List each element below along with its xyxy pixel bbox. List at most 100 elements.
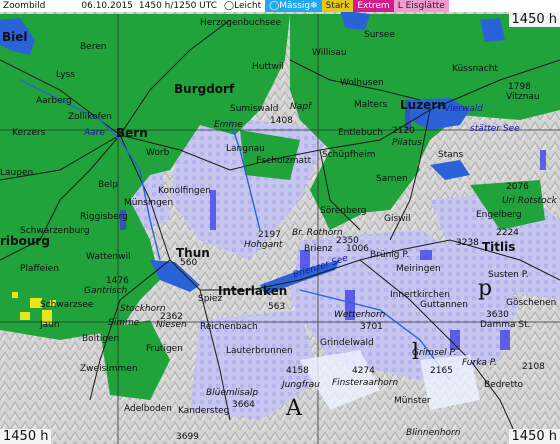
label-riggisberg: Riggisberg	[80, 212, 128, 222]
legend-leicht: ◯Leicht	[220, 0, 266, 12]
region-letter-a: A	[286, 396, 302, 421]
label-burgdorf: Burgdorf	[174, 82, 235, 96]
label-susten-p: Susten P.	[488, 270, 529, 280]
legend-eis: L Eisglätte	[393, 0, 449, 12]
label-jaun: Jaun	[40, 320, 60, 330]
label-beren: Beren	[80, 42, 107, 52]
elev-563: 563	[268, 302, 286, 312]
elev-1476: 1476	[106, 276, 129, 286]
elev-4274: 4274	[352, 366, 375, 376]
label-meiringen: Meiringen	[396, 264, 441, 274]
elev-2197: 2197	[258, 230, 281, 240]
label-engelberg: Engelberg	[476, 210, 522, 220]
label-lauterbrunnen: Lauterbrunnen	[226, 346, 293, 356]
label-simme: Simme	[108, 318, 140, 328]
elev-1006: 1006	[346, 244, 369, 254]
header-title: Zoombild	[3, 1, 46, 11]
legend-extrem: Extrem	[353, 0, 394, 12]
label-goschenen: Göschenen	[506, 298, 557, 308]
label-emme: Emme	[214, 120, 243, 130]
label-vierwald: Vierwald	[444, 104, 483, 114]
label-zweisimmen: Zweisimmen	[80, 364, 138, 374]
label-sarnen: Sarnen	[376, 174, 408, 184]
label-kussnacht: Küssnacht	[452, 64, 498, 74]
label-aarberg: Aarberg	[36, 96, 72, 106]
label-hohgant: Hohgant	[244, 240, 283, 250]
legend-stark: Stark	[321, 0, 354, 12]
label-jungfrau: Jungfrau	[282, 380, 320, 390]
label-pilatus: Pilatus	[392, 138, 422, 148]
label-damma-st: Damma St.	[480, 320, 531, 330]
label-vitznau: Vitznau	[506, 92, 540, 102]
label-escholzmatt: Escholzmatt	[256, 156, 312, 166]
label-munsingen: Münsingen	[124, 198, 174, 208]
label-belp: Belp	[98, 180, 118, 190]
label-uri-rotstock: Uri Rotstock	[502, 196, 557, 206]
label-konolfingen: Konolfingen	[158, 186, 211, 196]
weather-map: Zoombild 06.10.2015 1450 h/1250 UTC ◯Lei…	[0, 0, 560, 444]
label-bluemlisalp: Blüemlisalp	[206, 388, 259, 398]
label-boltigen: Boltigen	[82, 334, 120, 344]
label-biel: Biel	[2, 30, 28, 44]
label-entlebuch: Entlebuch	[338, 128, 384, 138]
label-willisau: Willisau	[312, 48, 347, 58]
elev-560: 560	[180, 258, 198, 268]
label-gantrisch: Gantrisch	[84, 286, 128, 296]
elev-4158: 4158	[286, 366, 309, 376]
label-blinnenhorn: Blinnenhorn	[406, 428, 461, 438]
elev-1408: 1408	[270, 116, 293, 126]
label-lyss: Lyss	[56, 70, 75, 80]
label-wetterhorn: Wetterhorn	[334, 310, 386, 320]
label-kerzers: Kerzers	[12, 128, 46, 138]
label-sumiswald: Sumiswald	[230, 104, 279, 114]
elev-3238: 3238	[456, 238, 479, 248]
label-titlis: Titlis	[482, 240, 516, 254]
altitude-bottom-right: 1450 h	[508, 429, 560, 444]
label-grindelwald: Grindelwald	[320, 338, 374, 348]
label-laupen: Laupen	[0, 168, 34, 178]
label-reichenbach: Reichenbach	[200, 322, 258, 332]
elev-2076: 2076	[506, 182, 529, 192]
label-munster: Münster	[394, 396, 431, 406]
elev-2362: 2362	[160, 312, 183, 322]
label-schupfheim: Schüpfheim	[322, 150, 376, 160]
label-plaffeien: Plaffeien	[20, 264, 59, 274]
label-bedretto: Bedretto	[484, 380, 524, 390]
elev-3630: 3630	[486, 310, 509, 320]
legend-massig: ◯Mässig❄	[265, 0, 322, 12]
elev-3701: 3701	[360, 322, 383, 332]
label-vierwaldstatter-see: stätter See	[470, 124, 520, 134]
label-guttannen: Guttannen	[420, 300, 468, 310]
label-bern: Bern	[116, 126, 148, 140]
elev-1798: 1798	[508, 82, 531, 92]
label-brunig: Brünig P.	[370, 250, 410, 260]
label-fribourg: ribourg	[0, 234, 50, 248]
elev-2224: 2224	[496, 228, 519, 238]
label-wattenwil: Wattenwil	[86, 252, 131, 262]
label-worb: Worb	[146, 148, 170, 158]
altitude-top-right: 1450 h	[508, 12, 560, 27]
elev-3664: 3664	[232, 400, 255, 410]
label-herzogenbuchsee: Herzogenbuchsee	[200, 18, 282, 28]
label-sursee: Sursee	[364, 30, 395, 40]
elev-2120: 2120	[392, 126, 415, 136]
header-time: 1450 h/1250 UTC	[138, 1, 218, 11]
altitude-bottom-left: 1450 h	[0, 429, 52, 444]
elev-2108: 2108	[522, 362, 545, 372]
label-frutigen: Frutigen	[146, 344, 183, 354]
label-schwarzsee: Schwarzsee	[40, 300, 94, 310]
header-bar: Zoombild 06.10.2015 1450 h/1250 UTC ◯Lei…	[0, 0, 560, 12]
elev-3699: 3699	[176, 432, 199, 442]
label-stans: Stans	[438, 150, 464, 160]
label-kandersteg: Kandersteg	[178, 406, 230, 416]
elev-2165: 2165	[430, 366, 453, 376]
label-wolhusen: Wolhusen	[340, 78, 384, 88]
label-giswil: Giswil	[384, 214, 411, 224]
label-zollikofen: Zollikofen	[68, 112, 112, 122]
label-malters: Malters	[354, 100, 388, 110]
label-interlaken: Interlaken	[218, 284, 288, 298]
label-sorenberg: Sörenberg	[320, 206, 367, 216]
label-luzern: Luzern	[400, 98, 446, 112]
label-stockhorn: Stockhorn	[120, 304, 166, 314]
label-adelboden: Adelboden	[124, 404, 172, 414]
